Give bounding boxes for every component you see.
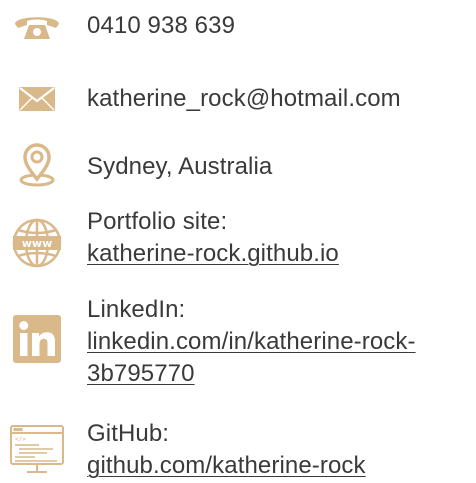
github-block: GitHub: github.com/katherine-rock	[87, 418, 472, 482]
contact-list: 0410 938 639 katherine_rock@hotmail.com …	[0, 0, 476, 483]
linkedin-link[interactable]: linkedin.com/in/katherine-rock- 3b795770	[87, 328, 416, 387]
linkedin-link-line2: 3b795770	[87, 360, 195, 387]
portfolio-link[interactable]: katherine-rock.github.io	[87, 240, 339, 267]
github-link[interactable]: github.com/katherine-rock	[87, 452, 366, 479]
linkedin-label: LinkedIn:	[87, 296, 186, 323]
contact-row-portfolio: www Portfolio site: katherine-rock.githu…	[0, 206, 476, 272]
github-label: GitHub:	[87, 420, 170, 447]
location-text: Sydney, Australia	[87, 153, 273, 180]
svg-text:www: www	[22, 237, 53, 250]
linkedin-icon	[8, 314, 66, 364]
contact-row-linkedin: LinkedIn: linkedin.com/in/katherine-rock…	[0, 294, 476, 392]
portfolio-label: Portfolio site:	[87, 208, 228, 235]
email-link[interactable]: katherine_rock@hotmail.com	[87, 83, 472, 115]
envelope-icon	[8, 83, 66, 115]
portfolio-block: Portfolio site: katherine-rock.github.io	[87, 206, 472, 270]
linkedin-link-line1: linkedin.com/in/katherine-rock-	[87, 328, 416, 355]
contact-row-email: katherine_rock@hotmail.com	[0, 78, 476, 118]
contact-row-github: </> GitHub: github.com/katherine-rock	[0, 418, 476, 482]
code-monitor-icon: </>	[8, 422, 66, 478]
contact-row-location: Sydney, Australia	[0, 142, 476, 188]
contact-row-phone: 0410 938 639	[0, 6, 476, 46]
globe-www-icon: www	[8, 216, 66, 270]
linkedin-block: LinkedIn: linkedin.com/in/katherine-rock…	[87, 294, 472, 390]
svg-text:</>: </>	[15, 436, 26, 443]
phone-icon	[8, 8, 66, 44]
phone-number: 0410 938 639	[87, 12, 236, 39]
location-pin-icon	[8, 142, 66, 188]
